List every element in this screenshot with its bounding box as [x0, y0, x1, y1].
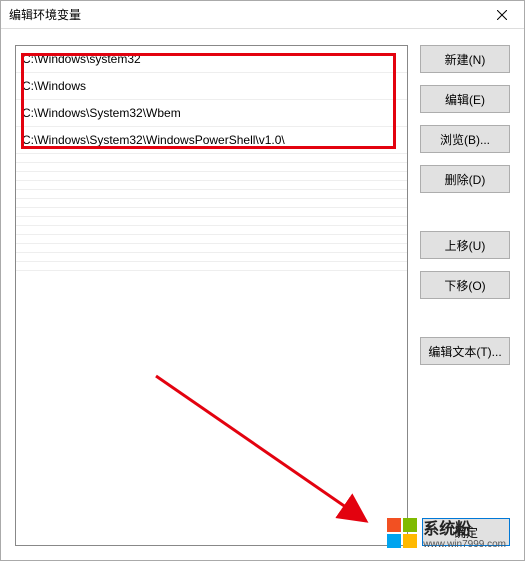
ok-button[interactable]: 确定 [422, 518, 510, 546]
list-item[interactable]: C:\Windows [16, 73, 407, 100]
browse-button[interactable]: 浏览(B)... [420, 125, 510, 153]
list-item[interactable] [16, 154, 407, 163]
list-item[interactable] [16, 253, 407, 262]
list-item[interactable] [16, 163, 407, 172]
new-button[interactable]: 新建(N) [420, 45, 510, 73]
list-item[interactable]: C:\Windows\System32\WindowsPowerShell\v1… [16, 127, 407, 154]
list-item[interactable] [16, 172, 407, 181]
titlebar: 编辑环境变量 [1, 1, 524, 29]
list-item[interactable] [16, 190, 407, 199]
list-item[interactable] [16, 235, 407, 244]
dialog-footer: 确定 [422, 518, 510, 546]
list-item[interactable]: C:\Windows\System32\Wbem [16, 100, 407, 127]
close-icon [497, 10, 507, 20]
close-button[interactable] [480, 1, 524, 29]
delete-button[interactable]: 删除(D) [420, 165, 510, 193]
list-item[interactable] [16, 208, 407, 217]
move-up-button[interactable]: 上移(U) [420, 231, 510, 259]
list-item[interactable] [16, 262, 407, 271]
edit-text-button[interactable]: 编辑文本(T)... [420, 337, 510, 365]
move-down-button[interactable]: 下移(O) [420, 271, 510, 299]
list-item[interactable]: C:\Windows\system32 [16, 46, 407, 73]
list-item[interactable] [16, 244, 407, 253]
path-list[interactable]: C:\Windows\system32 C:\Windows C:\Window… [15, 45, 408, 546]
list-item[interactable] [16, 226, 407, 235]
list-item[interactable] [16, 181, 407, 190]
list-item[interactable] [16, 217, 407, 226]
dialog-content: C:\Windows\system32 C:\Windows C:\Window… [1, 31, 524, 560]
button-column: 新建(N) 编辑(E) 浏览(B)... 删除(D) 上移(U) 下移(O) 编… [420, 45, 510, 546]
titlebar-title: 编辑环境变量 [9, 6, 480, 23]
edit-button[interactable]: 编辑(E) [420, 85, 510, 113]
edit-env-var-dialog: 编辑环境变量 C:\Windows\system32 C:\Windows C:… [0, 0, 525, 561]
list-item[interactable] [16, 199, 407, 208]
